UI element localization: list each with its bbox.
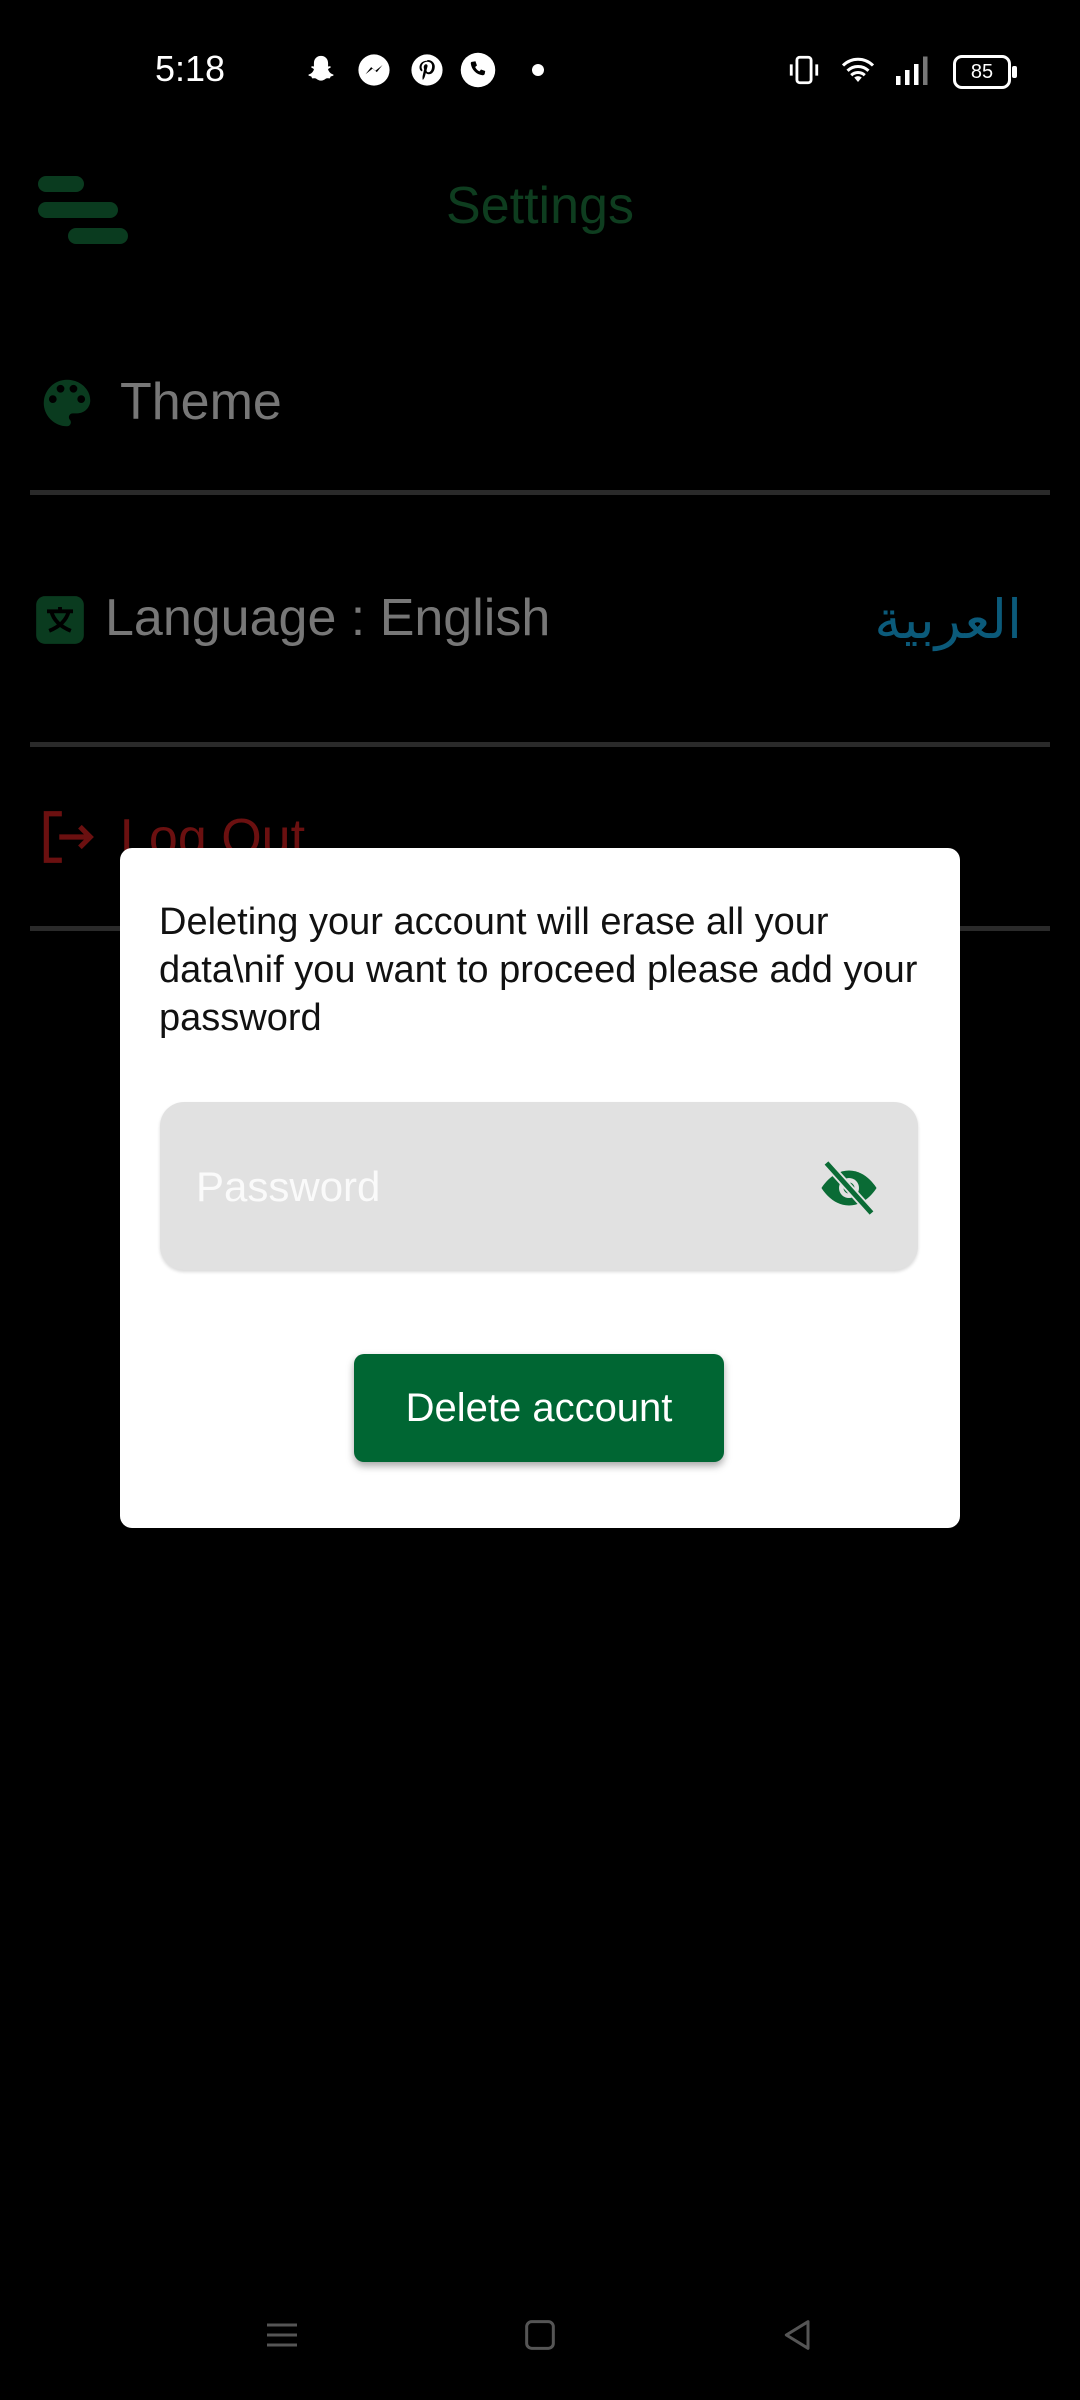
password-input[interactable] [194, 1142, 758, 1232]
status-bar: 5:18 85 [0, 0, 1080, 140]
snapchat-icon [303, 52, 339, 88]
dialog-message: Deleting your account will erase all you… [159, 901, 928, 1039]
home-icon[interactable] [510, 2305, 570, 2365]
logout-icon [43, 811, 94, 863]
password-field[interactable] [160, 1102, 918, 1270]
eye-off-icon[interactable] [814, 1158, 884, 1218]
phone-icon [460, 52, 496, 88]
pinterest-icon [409, 52, 445, 88]
divider [30, 742, 1050, 747]
messenger-icon [356, 52, 392, 88]
vibrate-icon [786, 52, 822, 88]
wifi-icon [840, 52, 876, 88]
delete-account-button[interactable]: Delete account [354, 1354, 724, 1462]
delete-account-dialog: Deleting your account will erase all you… [120, 848, 960, 1528]
language-label: Language : English [105, 589, 551, 647]
theme-label: Theme [120, 373, 282, 431]
page-title: Settings [446, 177, 634, 235]
dot-icon [520, 52, 556, 88]
palette-icon [43, 379, 91, 427]
signal-icon [893, 52, 929, 88]
back-icon[interactable] [768, 2305, 828, 2365]
divider [30, 490, 1050, 495]
arabic-language-link[interactable]: العربية [874, 588, 1022, 651]
battery-indicator: 85 [953, 55, 1017, 89]
status-time: 5:18 [155, 48, 226, 89]
translate-icon [36, 596, 84, 644]
recents-icon[interactable] [252, 2305, 312, 2365]
